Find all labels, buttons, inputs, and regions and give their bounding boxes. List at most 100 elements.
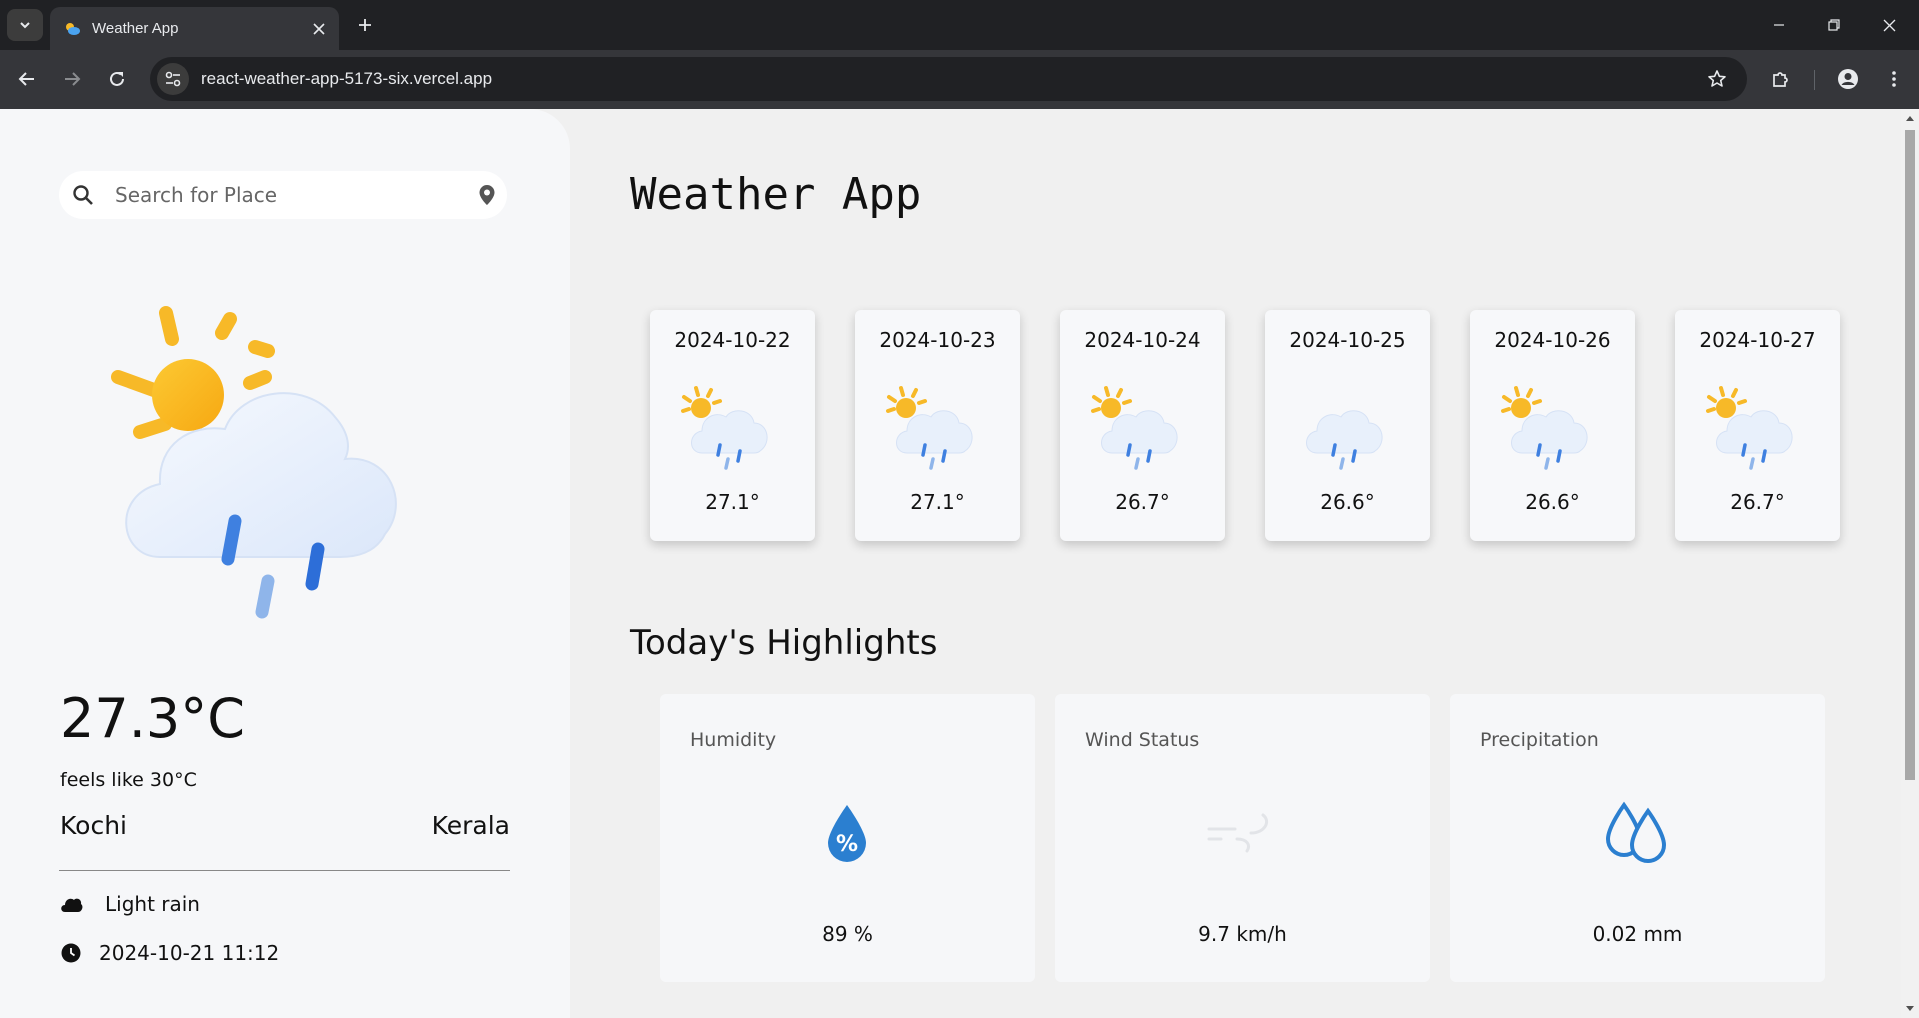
star-icon [1708,70,1726,87]
restore-button[interactable] [1806,0,1861,50]
forecast-temperature: 26.6° [1525,490,1580,514]
caret-up-icon [1906,116,1914,121]
bookmark-button[interactable] [1701,63,1733,95]
forecast-card: 2024-10-27 26.7° [1675,310,1840,541]
sun-cloud-rain-icon [1500,383,1595,473]
forecast-temperature: 26.6° [1320,490,1375,514]
forecast-date: 2024-10-26 [1494,328,1611,352]
forecast-date: 2024-10-27 [1699,328,1816,352]
back-button[interactable] [11,63,43,95]
condition-text: Light rain [105,892,200,916]
clock-icon [59,941,83,965]
address-bar[interactable]: react-weather-app-5173-six.vercel.app [150,57,1747,101]
profile-button[interactable] [1832,63,1864,95]
chevron-down-icon [20,22,30,29]
scroll-thumb[interactable] [1905,130,1915,780]
datetime-row: 2024-10-21 11:12 [59,941,279,965]
humidity-value: 89 % [822,922,873,946]
precipitation-card: Precipitation 0.02 mm [1450,694,1825,982]
caret-down-icon [1906,1006,1914,1011]
forecast-date: 2024-10-24 [1084,328,1201,352]
wind-card: Wind Status 9.7 km/h [1055,694,1430,982]
tab-search-button[interactable] [7,9,43,41]
page-title: Weather App [630,169,922,220]
restore-icon [1827,19,1840,31]
new-tab-button[interactable] [350,10,380,40]
close-tab-button[interactable] [305,15,333,43]
location-pin-icon[interactable] [475,183,499,207]
scroll-down-button[interactable] [1901,1000,1919,1018]
forecast-date: 2024-10-23 [879,328,996,352]
humidity-drop-icon: % [812,799,882,869]
current-temperature: 27.3°C [60,687,245,750]
humidity-label: Humidity [690,729,777,751]
wind-icon [1207,799,1277,869]
plus-icon [359,19,371,31]
url-text[interactable]: react-weather-app-5173-six.vercel.app [201,69,1701,89]
forecast-temperature: 26.7° [1730,490,1785,514]
browser-tab-bar: Weather App [0,0,1919,50]
forecast-card: 2024-10-23 27.1° [855,310,1020,541]
main-panel: Weather App 2024-10-22 27.1° 2024-10-23 27.… [570,109,1901,1018]
browser-tab[interactable]: Weather App [50,7,339,50]
browser-toolbar: react-weather-app-5173-six.vercel.app [0,50,1919,109]
arrow-right-icon [65,72,81,86]
close-window-button[interactable] [1862,0,1917,50]
forecast-date: 2024-10-22 [674,328,791,352]
forecast-temperature: 27.1° [910,490,965,514]
account-icon [1838,69,1858,89]
page-viewport: 27.3°C feels like 30°C Kochi Kerala Ligh… [0,109,1901,1018]
forecast-temperature: 26.7° [1115,490,1170,514]
forecast-temperature: 27.1° [705,490,760,514]
close-icon [1883,19,1896,31]
cloud-icon [59,892,83,916]
toolbar-divider [1814,70,1815,90]
weather-favicon-icon [63,20,81,38]
tune-icon [165,71,181,87]
puzzle-icon [1773,72,1788,87]
sidebar: 27.3°C feels like 30°C Kochi Kerala Ligh… [0,109,570,1018]
region-name: Kerala [431,811,510,840]
highlights-title: Today's Highlights [630,623,938,663]
more-vert-icon [1892,71,1896,87]
precipitation-label: Precipitation [1480,729,1599,751]
forecast-date: 2024-10-25 [1289,328,1406,352]
forward-button[interactable] [56,63,88,95]
current-weather-icon [100,299,440,629]
search-icon[interactable] [71,183,95,207]
site-info-button[interactable] [157,63,189,95]
datetime-text: 2024-10-21 11:12 [99,941,280,965]
condition-row: Light rain [59,892,200,916]
minimize-button[interactable] [1751,0,1806,50]
minimize-icon [1773,24,1784,26]
svg-text:%: % [836,832,858,857]
reload-button[interactable] [101,63,133,95]
tab-title: Weather App [92,20,179,37]
forecast-card: 2024-10-24 26.7° [1060,310,1225,541]
feels-like-text: feels like 30°C [60,769,197,791]
page-scrollbar[interactable] [1901,109,1919,1018]
sun-cloud-rain-icon [1705,383,1800,473]
wind-value: 9.7 km/h [1198,922,1287,946]
forecast-card: 2024-10-26 26.6° [1470,310,1635,541]
search-input[interactable] [115,175,475,215]
close-icon [313,22,325,35]
city-name: Kochi [60,811,127,840]
forecast-card: 2024-10-25 26.6° [1265,310,1430,541]
arrow-left-icon [18,72,34,86]
reload-icon [110,71,124,86]
sun-cloud-rain-icon [885,383,980,473]
menu-button[interactable] [1878,63,1910,95]
search-box[interactable] [59,171,507,219]
sun-cloud-rain-icon [1090,383,1185,473]
humidity-card: Humidity % 89 % [660,694,1035,982]
precipitation-value: 0.02 mm [1592,922,1683,946]
extensions-button[interactable] [1765,63,1797,95]
sidebar-divider [59,870,510,871]
forecast-card: 2024-10-22 27.1° [650,310,815,541]
wind-label: Wind Status [1085,729,1200,751]
scroll-up-button[interactable] [1901,109,1919,127]
raindrops-icon [1602,799,1672,869]
cloud-rain-icon [1295,383,1390,473]
sun-cloud-rain-icon [680,383,775,473]
